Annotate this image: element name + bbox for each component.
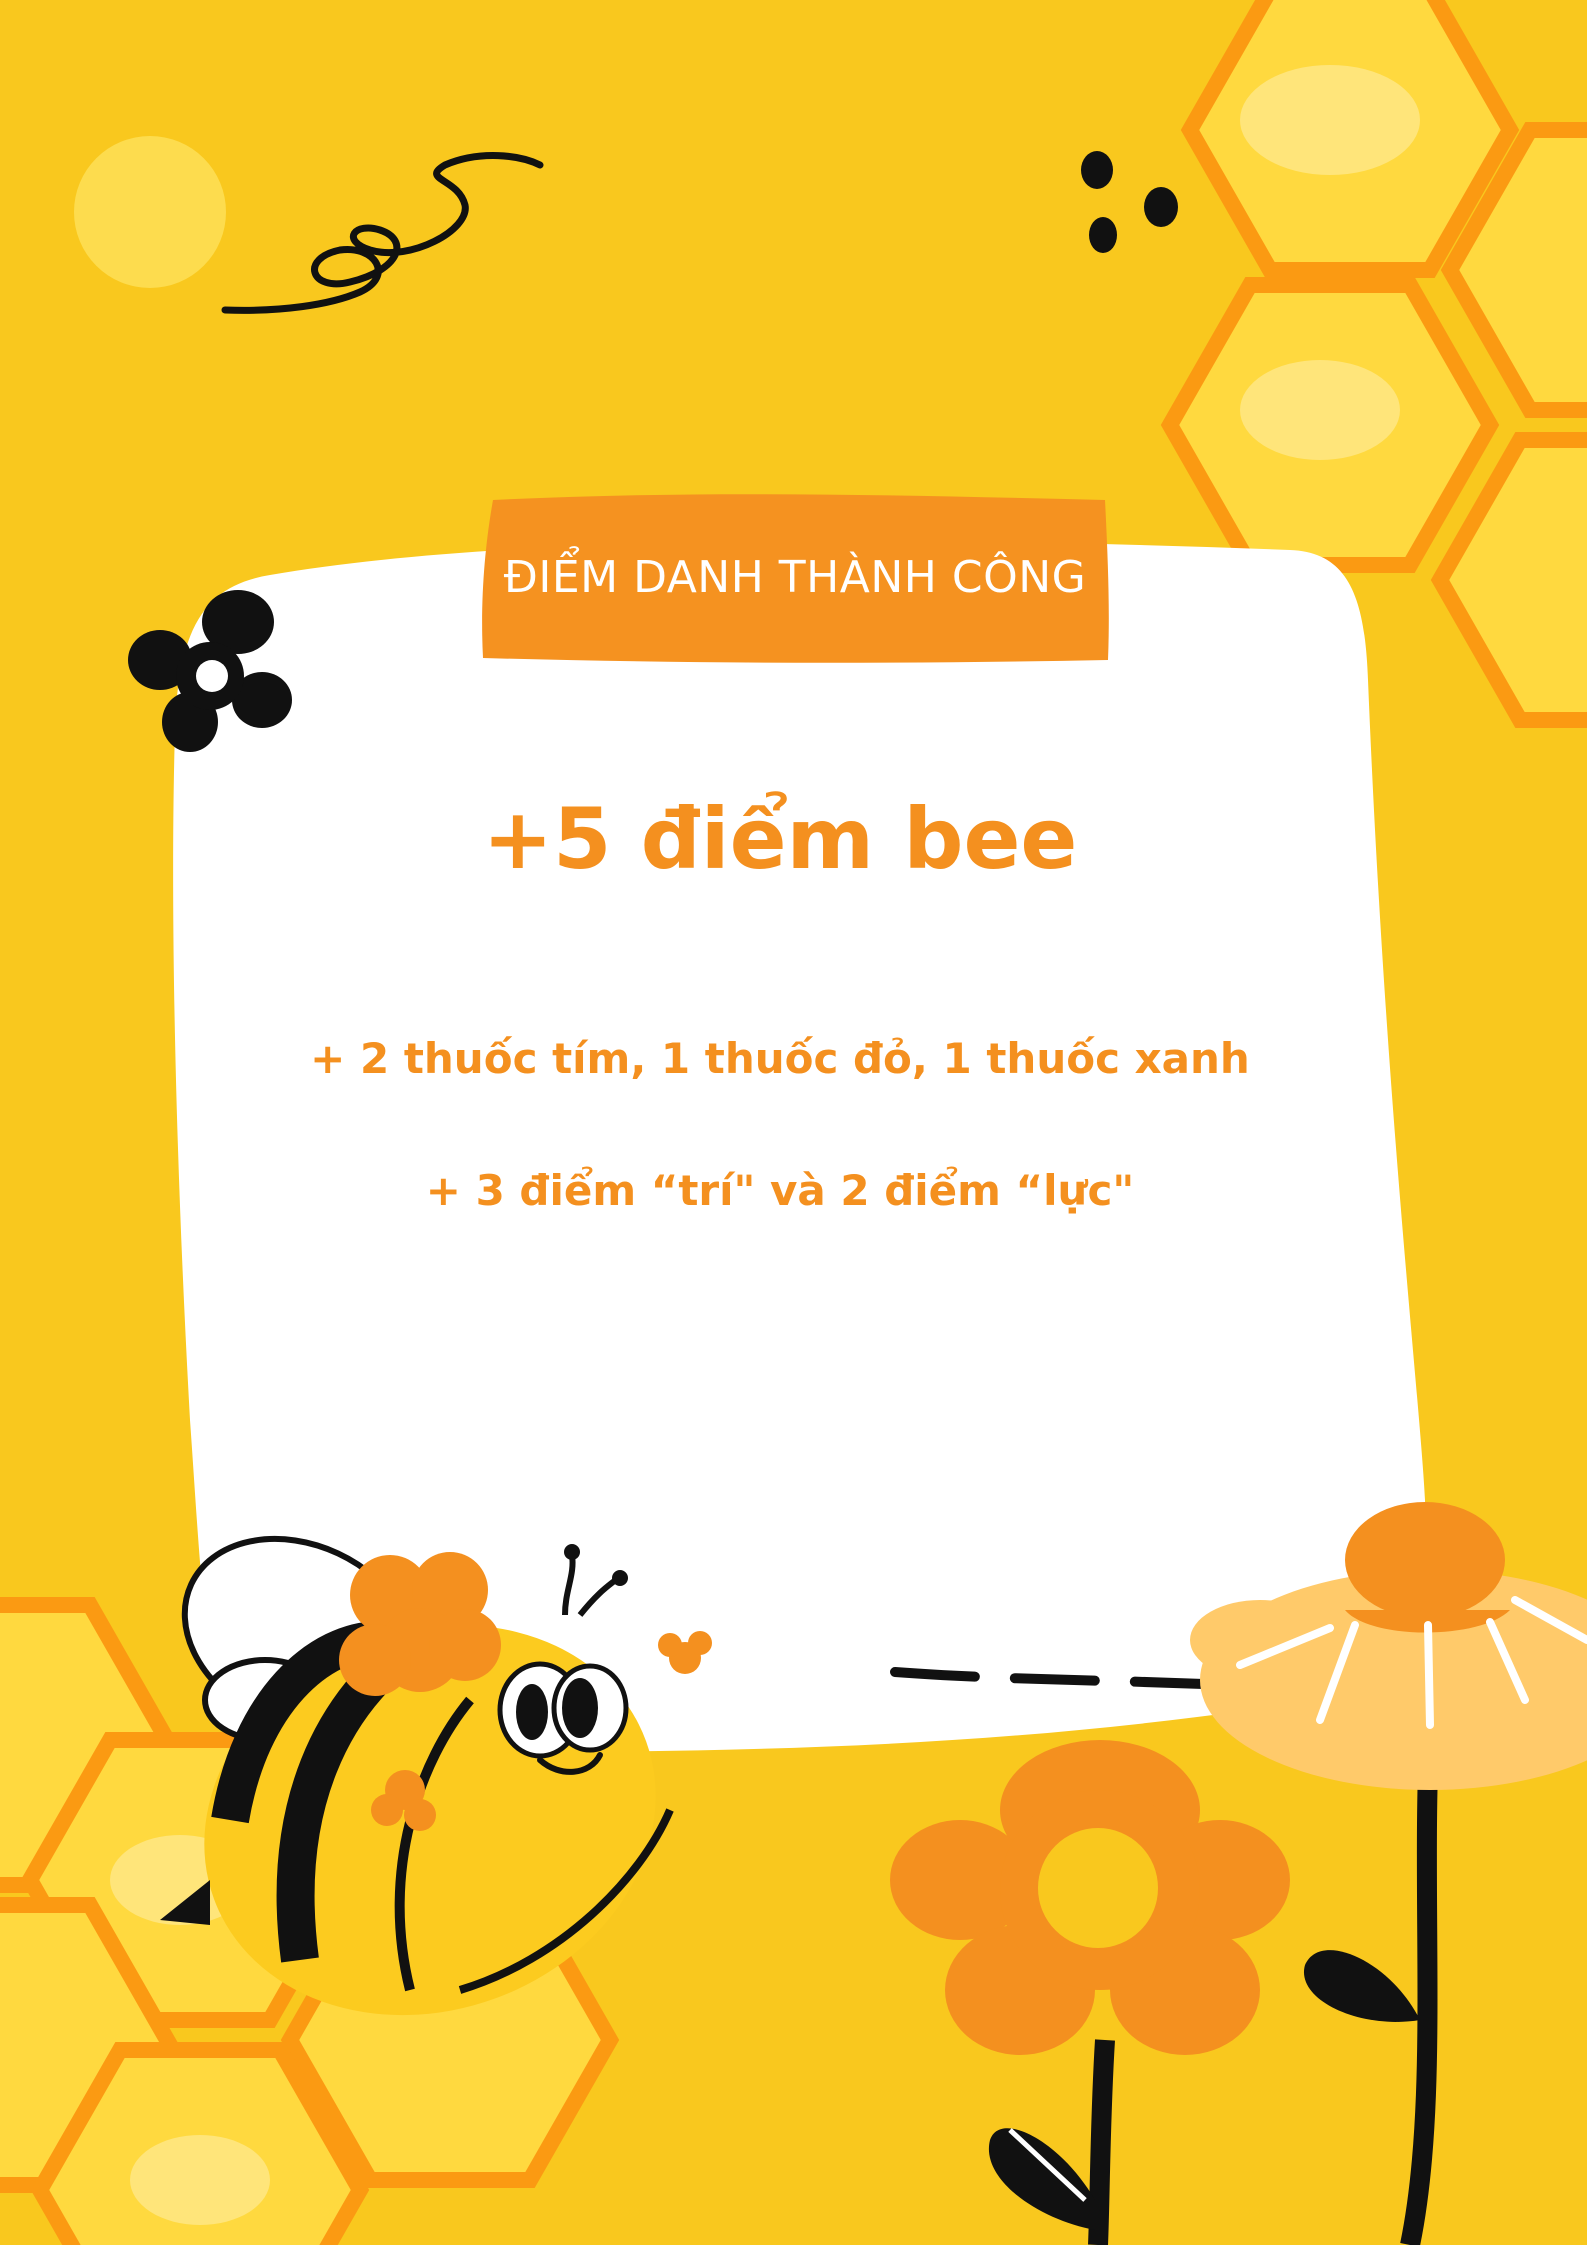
reward-line: + 2 thuốc tím, 1 thuốc đỏ, 1 thuốc xanh — [310, 1034, 1250, 1083]
dots-icon — [1081, 151, 1178, 253]
orange-flower-icon — [890, 1740, 1290, 2245]
squiggle-icon — [221, 152, 544, 314]
background-illustration — [0, 0, 1587, 2245]
banner-title: ĐIỂM DANH THÀNH CÔNG — [503, 551, 1087, 603]
reward-line: + 3 điểm “trí" và 2 điểm “lực" — [425, 1166, 1135, 1215]
points-headline: +5 điểm bee — [482, 790, 1078, 888]
attendance-card-page: ĐIỂM DANH THÀNH CÔNG +5 điểm bee + 2 thu… — [0, 0, 1587, 2245]
decor-circle — [74, 136, 226, 288]
